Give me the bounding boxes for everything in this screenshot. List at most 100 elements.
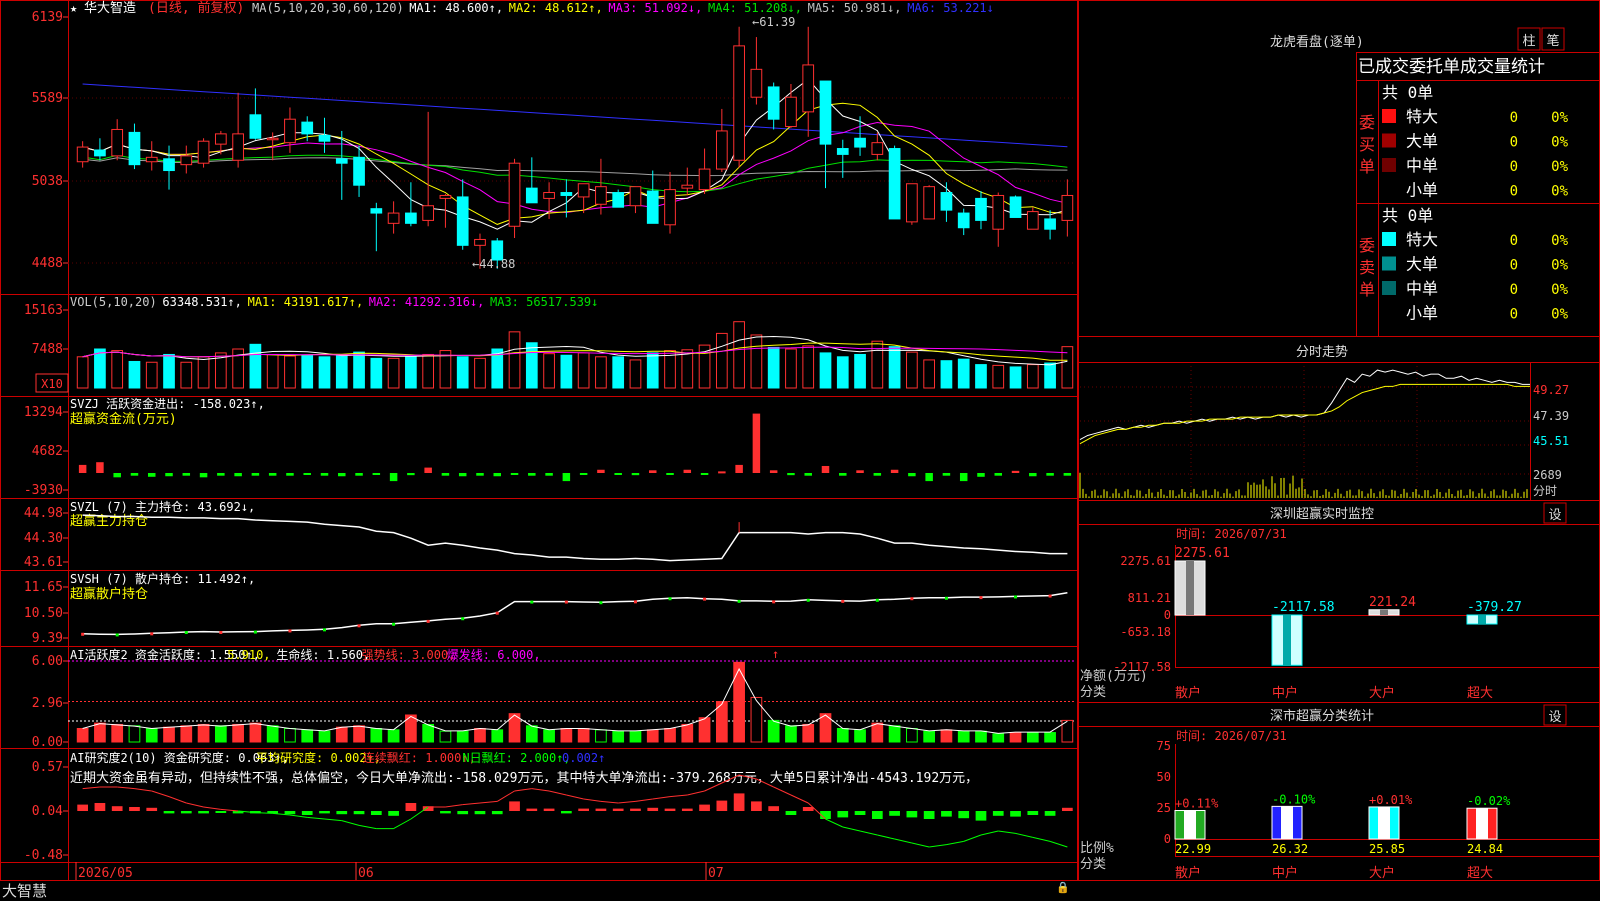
- ai-activity-bar[interactable]: [335, 726, 348, 743]
- research-bar[interactable]: [630, 808, 641, 811]
- research-bar[interactable]: [871, 811, 883, 819]
- fund-flow-bar[interactable]: [579, 473, 588, 475]
- ai-activity-bar[interactable]: [197, 723, 210, 743]
- volume-bar[interactable]: [595, 356, 607, 389]
- fund-flow-bar[interactable]: [372, 473, 381, 475]
- fund-flow-bar[interactable]: [718, 471, 726, 474]
- volume-bar[interactable]: [646, 352, 659, 389]
- candle-body[interactable]: [681, 184, 694, 189]
- research-bar[interactable]: [561, 811, 572, 814]
- candle-body[interactable]: [992, 194, 1005, 230]
- candle-body[interactable]: [785, 96, 797, 128]
- candle-body[interactable]: [301, 121, 314, 135]
- ai-activity-bar[interactable]: [76, 728, 89, 743]
- ai-activity-bar[interactable]: [456, 730, 469, 743]
- candle-body[interactable]: [163, 158, 175, 172]
- ai-activity-bar[interactable]: [422, 723, 435, 743]
- fund-flow-bar[interactable]: [251, 473, 260, 476]
- candle-body[interactable]: [405, 212, 417, 224]
- fund-flow-bar[interactable]: [856, 470, 864, 473]
- fund-flow-bar[interactable]: [804, 473, 812, 476]
- fund-flow-bar[interactable]: [182, 473, 191, 476]
- volume-bar[interactable]: [975, 364, 987, 389]
- ai-activity-bar[interactable]: [163, 726, 175, 743]
- candle-body[interactable]: [94, 149, 106, 157]
- ai-activity-bar[interactable]: [266, 725, 279, 743]
- research-bar[interactable]: [388, 811, 399, 816]
- research-bar[interactable]: [923, 811, 935, 819]
- research-bar[interactable]: [198, 811, 209, 814]
- fund-flow-bar[interactable]: [338, 473, 346, 477]
- research-bar[interactable]: [77, 804, 88, 811]
- research-bar[interactable]: [370, 811, 382, 815]
- candle-body[interactable]: [577, 183, 590, 198]
- volume-bar[interactable]: [802, 345, 815, 389]
- research-bar[interactable]: [699, 804, 710, 811]
- research-bar[interactable]: [716, 800, 728, 811]
- ai-activity-bar[interactable]: [94, 722, 106, 743]
- fund-flow-bar[interactable]: [597, 469, 605, 473]
- volume-bar[interactable]: [456, 356, 469, 389]
- candle-body[interactable]: [1044, 218, 1056, 230]
- ai-activity-bar[interactable]: [612, 730, 625, 743]
- research-bar[interactable]: [163, 811, 175, 814]
- ai-activity-bar[interactable]: [767, 719, 780, 743]
- candle-body[interactable]: [750, 68, 763, 98]
- volume-bar[interactable]: [819, 352, 832, 389]
- volume-bar[interactable]: [474, 357, 486, 389]
- ai-activity-bar[interactable]: [802, 723, 815, 743]
- ai-activity-bar[interactable]: [525, 725, 538, 743]
- volume-bar[interactable]: [992, 364, 1005, 389]
- ai-activity-bar[interactable]: [128, 725, 141, 743]
- ai-activity-bar[interactable]: [1026, 732, 1039, 743]
- fund-flow-bar[interactable]: [320, 473, 329, 476]
- candle-body[interactable]: [197, 140, 210, 164]
- volume-bar[interactable]: [284, 355, 296, 389]
- volume-bar[interactable]: [940, 360, 953, 389]
- ai-activity-bar[interactable]: [664, 728, 676, 743]
- volume-bar[interactable]: [370, 357, 383, 389]
- volume-bar[interactable]: [629, 359, 642, 389]
- research-bar[interactable]: [319, 811, 330, 814]
- fund-flow-bar[interactable]: [787, 473, 795, 476]
- fund-flow-bar[interactable]: [407, 473, 415, 476]
- research-bar[interactable]: [111, 806, 123, 811]
- ai-activity-bar[interactable]: [957, 730, 970, 743]
- volume-bar[interactable]: [733, 321, 745, 389]
- ai-activity-bar[interactable]: [145, 728, 158, 743]
- fund-flow-bar[interactable]: [545, 473, 553, 476]
- main-chart-area[interactable]: ★ 华大智造 (日线, 前复权) MA(5,10,20,30,60,120) MA1: …: [0, 0, 1078, 900]
- ai-activity-bar[interactable]: [318, 730, 331, 743]
- fund-flow-bar[interactable]: [735, 464, 743, 473]
- fund-flow-bar[interactable]: [666, 473, 674, 475]
- candle-body[interactable]: [888, 148, 901, 220]
- candle-body[interactable]: [128, 131, 141, 166]
- research-bar[interactable]: [1027, 811, 1039, 815]
- research-bar[interactable]: [301, 811, 313, 815]
- ai-activity-bar[interactable]: [681, 723, 694, 743]
- candle-body[interactable]: [906, 183, 918, 223]
- fund-flow-bar[interactable]: [528, 473, 536, 476]
- fund-flow-bar[interactable]: [113, 473, 121, 478]
- volume-bar[interactable]: [180, 361, 193, 389]
- candle-body[interactable]: [646, 190, 659, 224]
- fund-flow-bar[interactable]: [268, 473, 277, 476]
- volume-bar[interactable]: [577, 352, 590, 389]
- candle-body[interactable]: [957, 212, 970, 229]
- fund-flow-bar[interactable]: [700, 473, 709, 475]
- volume-bar[interactable]: [888, 346, 901, 389]
- volume-bar[interactable]: [249, 343, 262, 389]
- fund-flow-bar[interactable]: [424, 467, 432, 473]
- ai-activity-bar[interactable]: [232, 723, 244, 743]
- research-bar[interactable]: [1062, 807, 1073, 811]
- volume-bar[interactable]: [335, 354, 348, 389]
- research-bar[interactable]: [129, 807, 140, 811]
- ai-activity-bar[interactable]: [301, 729, 314, 743]
- volume-bar[interactable]: [111, 350, 124, 389]
- candle-body[interactable]: [249, 114, 262, 139]
- volume-bar[interactable]: [405, 356, 417, 389]
- candle-body[interactable]: [76, 146, 89, 163]
- ai-activity-bar[interactable]: [698, 717, 711, 743]
- ai-activity-bar[interactable]: [629, 730, 642, 743]
- volume-bar[interactable]: [664, 350, 676, 389]
